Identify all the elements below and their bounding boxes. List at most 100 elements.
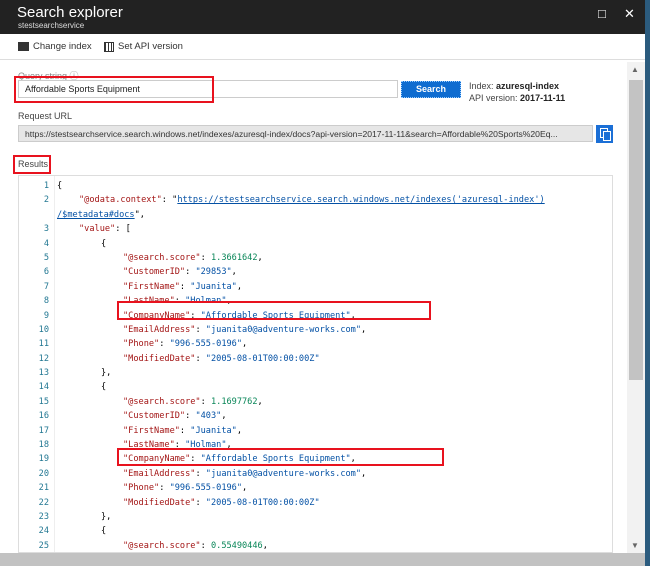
line-content: }, [57, 366, 111, 380]
window-edge [645, 0, 650, 566]
code-line: 11 "Phone": "996-555-0196", [19, 337, 612, 351]
token: "@search.score" [123, 252, 201, 263]
line-content: "Phone": "996-555-0196", [57, 337, 247, 351]
line-number: 4 [43, 238, 49, 249]
token: "EmailAddress" [123, 468, 196, 479]
line-content: "value": [ [57, 222, 131, 236]
line-number: 21 [38, 483, 49, 494]
line-content: "FirstName": "Juanita", [57, 424, 242, 438]
token: { [101, 238, 107, 249]
code-line: 13}, [19, 366, 612, 380]
results-editor[interactable]: 1{2 "@odata.context": "https://stestsearc… [18, 175, 613, 553]
highlight-company-1 [117, 301, 431, 320]
close-icon[interactable]: ✕ [624, 6, 635, 22]
token: "996-555-0196" [169, 339, 243, 350]
line-content: "@search.score": 1.1697762, [57, 395, 263, 409]
line-content: "@search.score": 1.3661642, [57, 251, 263, 265]
line-number: 12 [38, 353, 49, 364]
token: , [361, 468, 367, 479]
line-content: /$metadata#docs", [57, 208, 145, 222]
code-line: 10 "EmailAddress": "juanita0@adventure-wo… [19, 323, 612, 337]
token[interactable]: /$metadata#docs [57, 210, 135, 220]
line-number: 3 [43, 224, 49, 235]
search-button[interactable]: Search [401, 81, 461, 98]
copy-icon[interactable] [596, 125, 613, 143]
code-line: /$metadata#docs", [19, 208, 612, 222]
scroll-up-icon[interactable]: ▲ [631, 65, 639, 74]
line-content: { [57, 524, 106, 538]
line-content: "Phone": "996-555-0196", [57, 481, 247, 495]
token: "Phone" [123, 339, 160, 350]
code-line: 1{ [19, 179, 612, 193]
token: }, [101, 368, 112, 379]
calendar-icon [104, 41, 114, 52]
token: : " [161, 195, 178, 206]
line-number: 14 [38, 382, 49, 393]
token: "ModifiedDate" [123, 353, 196, 364]
change-index-button[interactable]: Change index [18, 41, 92, 52]
line-number: 1 [43, 181, 49, 191]
line-number: 10 [38, 324, 49, 335]
code-line: 17 "FirstName": "Juanita", [19, 424, 612, 438]
token: "FirstName" [123, 425, 180, 436]
line-number: 18 [38, 440, 49, 451]
token: "29853" [195, 267, 232, 278]
request-url-field[interactable]: https://stestsearchservice.search.window… [18, 125, 593, 142]
line-number: 11 [38, 339, 49, 350]
token: "ModifiedDate" [123, 497, 196, 508]
token: : [185, 411, 196, 422]
token: "2005-08-01T00:00:00Z" [205, 497, 320, 508]
token: : [195, 497, 206, 508]
token: , [361, 324, 367, 335]
token: "FirstName" [123, 281, 180, 292]
line-number: 19 [38, 454, 49, 465]
line-number: 17 [38, 425, 49, 436]
line-content: "CustomerID": "29853", [57, 265, 237, 279]
token: 1.3661642 [210, 252, 258, 263]
code-line: 21 "Phone": "996-555-0196", [19, 481, 612, 495]
code-line: 2 "@odata.context": "https://stestsearchs… [19, 193, 612, 207]
line-number: 22 [38, 497, 49, 508]
folder-icon [18, 42, 29, 51]
line-number: 20 [38, 468, 49, 479]
line-content: "@odata.context": "https://stestsearchse… [57, 193, 545, 207]
token: "juanita0@adventure-works.com" [205, 324, 362, 335]
code-line: 22 "ModifiedDate": "2005-08-01T00:00:00Z" [19, 496, 612, 510]
token: : [200, 396, 211, 407]
token: "Juanita" [190, 281, 237, 292]
token: , [262, 540, 268, 551]
code-line: 16 "CustomerID": "403", [19, 409, 612, 423]
highlight-query [14, 76, 214, 103]
token: "CustomerID" [123, 267, 186, 278]
scroll-down-icon[interactable]: ▼ [631, 541, 639, 550]
line-content: "@search.score": 0.55490446, [57, 539, 268, 552]
code-line: 14 { [19, 380, 612, 394]
token[interactable]: https://stestsearchservice.search.window… [177, 195, 544, 205]
code-line: 20 "EmailAddress": "juanita0@adventure-wo… [19, 467, 612, 481]
token: : [ [115, 224, 131, 235]
line-number: 15 [38, 396, 49, 407]
scrollbar-thumb[interactable] [629, 80, 643, 380]
line-number: 23 [38, 511, 49, 522]
set-api-version-button[interactable]: Set API version [104, 41, 183, 52]
token: "2005-08-01T00:00:00Z" [205, 353, 320, 364]
code-line: 15 "@search.score": 1.1697762, [19, 395, 612, 409]
line-number: 13 [38, 368, 49, 379]
change-index-label: Change index [33, 41, 92, 52]
token: "Phone" [123, 483, 160, 494]
token: , [236, 281, 243, 292]
token: "@odata.context" [79, 195, 162, 206]
token: : [185, 267, 196, 278]
token: : [159, 339, 170, 350]
code-line: 4{ [19, 237, 612, 251]
code-line: 12 "ModifiedDate": "2005-08-01T00:00:00Z" [19, 352, 612, 366]
highlight-company-2 [117, 448, 444, 466]
bottom-bar [0, 553, 645, 566]
line-number: 8 [43, 296, 49, 307]
scrollbar[interactable]: ▲ ▼ [627, 62, 645, 553]
token: , [231, 267, 237, 278]
code-line: 24 { [19, 524, 612, 538]
maximize-icon[interactable]: □ [598, 6, 606, 21]
token: "EmailAddress" [123, 324, 196, 335]
line-number: 24 [38, 526, 49, 537]
